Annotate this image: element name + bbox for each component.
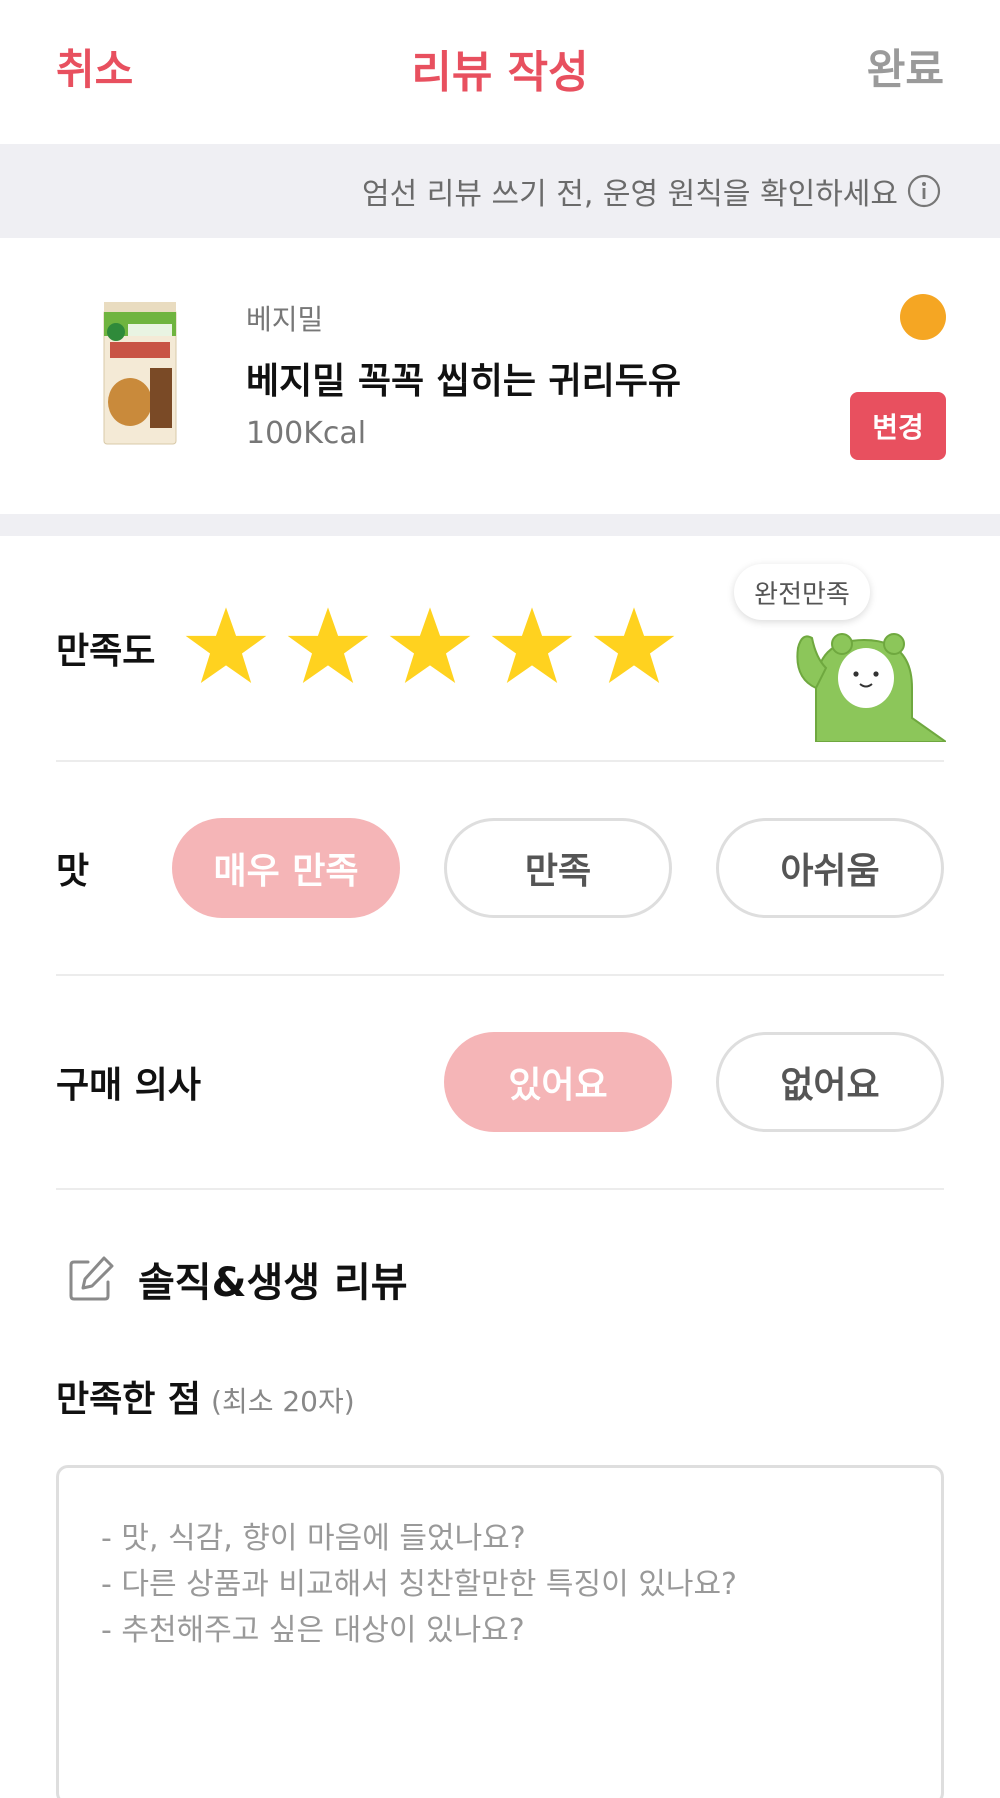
guideline-notice[interactable]: 엄선 리뷰 쓰기 전, 운영 원칙을 확인하세요	[0, 144, 1000, 238]
section-separator	[0, 514, 1000, 536]
status-dot	[900, 294, 946, 340]
taste-label: 맛	[56, 851, 90, 892]
product-name: 베지밀 꼭꼭 씹히는 귀리두유	[246, 361, 682, 402]
star-rating	[184, 604, 676, 688]
taste-option-satisfied[interactable]: 만족	[444, 818, 672, 918]
satisfaction-label: 만족도	[56, 631, 156, 672]
change-product-button[interactable]: 변경	[850, 392, 946, 460]
done-button[interactable]: 완료	[867, 36, 944, 97]
page-title: 리뷰 작성	[411, 47, 589, 98]
satisfaction-badge: 완전만족	[734, 564, 870, 620]
taste-option-disappointed[interactable]: 아쉬움	[716, 818, 944, 918]
repurchase-label: 구매 의사	[56, 1065, 202, 1106]
star-icon[interactable]	[490, 604, 574, 688]
repurchase-option-no[interactable]: 없어요	[716, 1032, 944, 1132]
star-icon[interactable]	[592, 604, 676, 688]
star-icon[interactable]	[184, 604, 268, 688]
min-length-hint: (최소 20자)	[211, 1385, 355, 1418]
star-icon[interactable]	[388, 604, 472, 688]
product-thumbnail	[103, 302, 177, 445]
review-section-title: 솔직&생생 리뷰	[138, 1260, 408, 1306]
top-bar: 취소 리뷰 작성 완료	[0, 0, 1000, 144]
pencil-icon	[69, 1256, 114, 1301]
divider	[56, 1188, 944, 1190]
satisfied-points-title: 만족한 점	[56, 1379, 202, 1420]
product-card: 베지밀 베지밀 꼭꼭 씹히는 귀리두유 100Kcal 변경	[0, 238, 1000, 514]
mascot-illustration	[796, 633, 946, 742]
notice-text[interactable]: 엄선 리뷰 쓰기 전, 운영 원칙을 확인하세요	[362, 169, 898, 213]
info-icon[interactable]	[906, 173, 942, 209]
satisfied-points-label: 만족한 점 (최소 20자)	[56, 1370, 355, 1422]
product-calories: 100Kcal	[246, 416, 367, 451]
taste-option-very-satisfied[interactable]: 매우 만족	[172, 818, 400, 918]
satisfied-points-textarea[interactable]: - 맛, 식감, 향이 마음에 들었나요? - 다른 상품과 비교해서 칭찬할만…	[56, 1465, 944, 1798]
review-section-header: 솔직&생생 리뷰	[66, 1250, 408, 1308]
divider	[56, 760, 944, 762]
repurchase-option-yes[interactable]: 있어요	[444, 1032, 672, 1132]
product-brand: 베지밀	[246, 303, 324, 336]
divider	[56, 974, 944, 976]
star-icon[interactable]	[286, 604, 370, 688]
